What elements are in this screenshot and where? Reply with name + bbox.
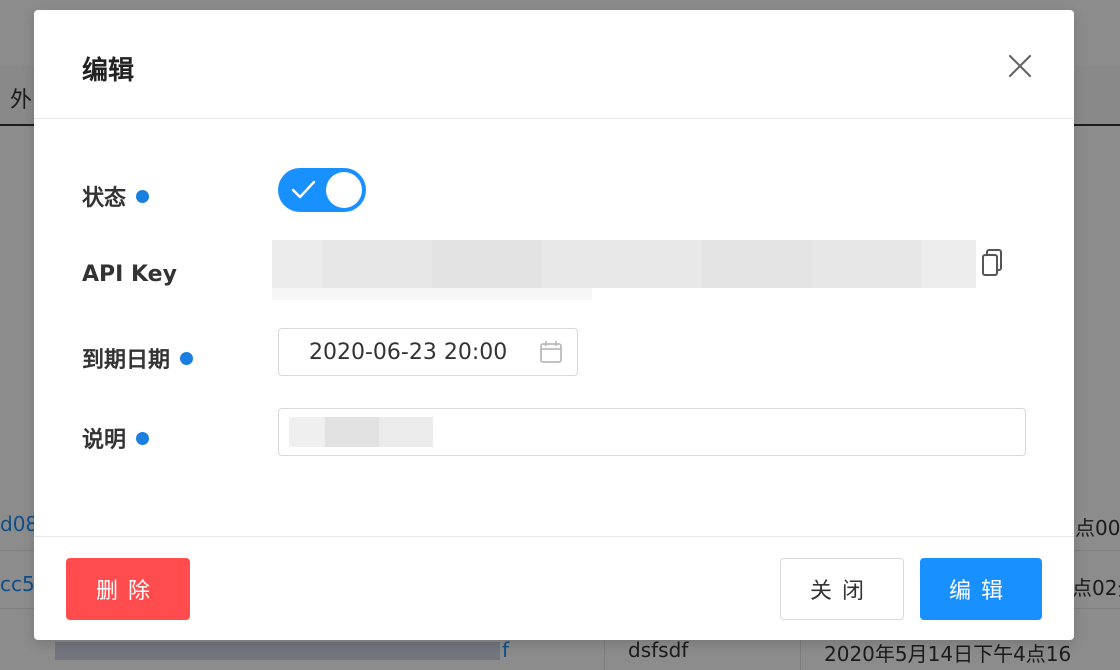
description-input[interactable] bbox=[278, 408, 1026, 456]
close-button[interactable]: 关闭 bbox=[780, 558, 904, 620]
copy-icon[interactable] bbox=[980, 248, 1006, 278]
status-label: 状态 bbox=[82, 180, 150, 212]
expiry-label: 到期日期 bbox=[82, 342, 194, 374]
check-icon bbox=[291, 180, 316, 199]
expiry-date-value: 2020-06-23 20:00 bbox=[309, 339, 508, 365]
edit-modal: 编辑 状态 API Key 到期日期 2020-06-23 20:00 说明 删… bbox=[34, 10, 1074, 640]
status-row: 状态 bbox=[82, 168, 1042, 220]
modal-header: 编辑 bbox=[34, 10, 1074, 119]
api-key-label-text: API Key bbox=[82, 262, 177, 287]
close-icon[interactable] bbox=[1006, 52, 1034, 80]
toggle-knob bbox=[326, 172, 362, 208]
status-toggle[interactable] bbox=[278, 168, 366, 212]
api-key-row: API Key bbox=[82, 240, 1042, 302]
delete-button[interactable]: 删除 bbox=[66, 558, 190, 620]
modal-footer: 删除 关闭 编辑 bbox=[34, 536, 1074, 641]
description-label-text: 说明 bbox=[82, 428, 127, 453]
description-label: 说明 bbox=[82, 422, 150, 454]
required-dot bbox=[136, 189, 150, 203]
expiry-date-picker[interactable]: 2020-06-23 20:00 bbox=[278, 328, 578, 376]
required-dot bbox=[180, 351, 194, 365]
calendar-icon bbox=[540, 341, 562, 363]
edit-button[interactable]: 编辑 bbox=[920, 558, 1042, 620]
modal-title: 编辑 bbox=[82, 56, 135, 86]
required-dot bbox=[136, 431, 150, 445]
api-key-label: API Key bbox=[82, 262, 177, 287]
api-key-value-redacted bbox=[272, 240, 976, 304]
description-row: 说明 bbox=[82, 408, 1042, 462]
expiry-row: 到期日期 2020-06-23 20:00 bbox=[82, 328, 1042, 382]
expiry-label-text: 到期日期 bbox=[82, 348, 171, 373]
status-label-text: 状态 bbox=[82, 186, 127, 211]
